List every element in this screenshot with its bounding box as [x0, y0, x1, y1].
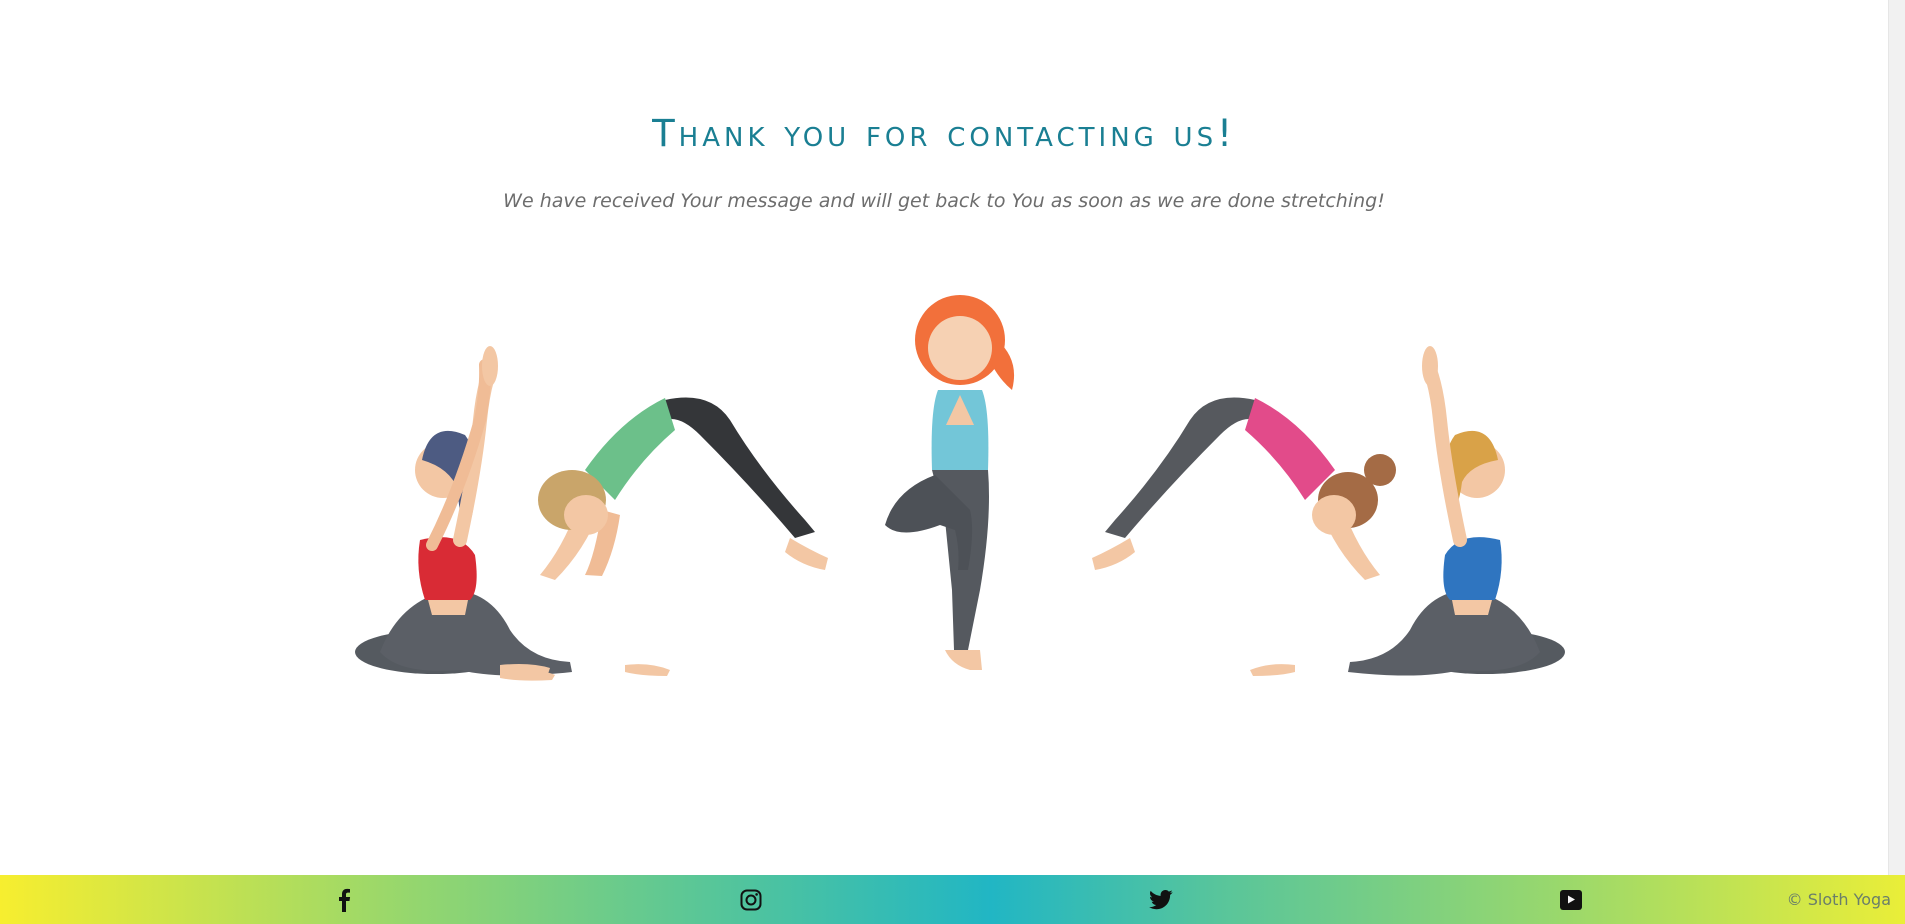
yoga-group-illustration [355, 295, 1565, 681]
page-title: Thank you for contacting us! [0, 112, 1888, 155]
main-content: Thank you for contacting us! We have rec… [0, 0, 1888, 875]
yoga-figure-downward-dog-left [500, 397, 828, 681]
page-title-text: Thank you for contacting us! [652, 112, 1236, 155]
instagram-icon [740, 889, 762, 911]
facebook-link[interactable] [331, 887, 357, 913]
twitter-icon [1149, 890, 1173, 910]
confirmation-message: We have received Your message and will g… [503, 190, 1385, 212]
yoga-figure-center-tree [885, 295, 1015, 670]
yoga-figure-downward-dog-right [1092, 397, 1396, 676]
vertical-scrollbar[interactable] [1888, 0, 1905, 875]
yoga-figure-left-seated [355, 346, 572, 676]
instagram-link[interactable] [738, 887, 764, 913]
copyright-text: © Sloth Yoga [1786, 890, 1891, 909]
yoga-figure-right-seated [1348, 346, 1565, 676]
facebook-icon [339, 888, 351, 912]
footer: © Sloth Yoga [0, 875, 1905, 924]
twitter-link[interactable] [1148, 887, 1174, 913]
youtube-link[interactable] [1558, 887, 1584, 913]
youtube-icon [1560, 890, 1582, 910]
